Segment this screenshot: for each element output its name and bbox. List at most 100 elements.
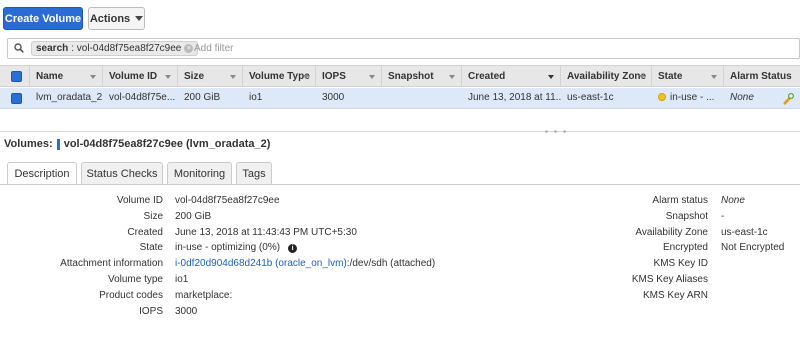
actions-button[interactable]: Actions [88, 7, 145, 30]
col-created[interactable]: Created [462, 66, 561, 87]
create-volume-button[interactable]: Create Volume [3, 7, 83, 30]
sort-icon [230, 75, 236, 79]
chevron-down-icon [135, 16, 144, 21]
tab-tags[interactable]: Tags [236, 162, 272, 185]
resize-grip-icon[interactable]: ▪ ▪ ▪ [545, 127, 568, 136]
detail-label-availability-zone: Availability Zone [635, 227, 708, 238]
instance-link[interactable]: i-0df20d904d68d241b (oracle_on_lvm) [175, 258, 347, 269]
remove-filter-icon[interactable]: × [184, 44, 194, 53]
detail-label-volume-id: Volume ID [116, 195, 163, 206]
col-snapshot-label: Snapshot [388, 71, 434, 82]
col-name-label: Name [36, 71, 64, 82]
col-volume-type[interactable]: Volume Type [243, 66, 316, 87]
tab-description[interactable]: Description [7, 162, 77, 185]
detail-label-encrypted: Encrypted [662, 242, 708, 253]
detail-label-attachment: Attachment information [60, 258, 163, 269]
detail-label-alarm-status: Alarm status [652, 195, 708, 206]
sort-icon [449, 75, 455, 79]
detail-label-created: Created [127, 227, 163, 238]
split-divider[interactable] [0, 131, 800, 132]
detail-value-alarm-status: None [721, 195, 745, 206]
sort-icon [165, 75, 171, 79]
toolbar: Create Volume Actions [0, 0, 800, 35]
cell-name: lvm_oradata_2 [36, 92, 103, 103]
sort-icon [548, 75, 554, 79]
col-availability-zone-label: Availability Zone [567, 71, 647, 82]
col-availability-zone[interactable]: Availability Zone [561, 66, 652, 87]
row-checkbox[interactable] [11, 93, 22, 104]
col-iops-label: IOPS [322, 71, 346, 82]
attachment-device: :/dev/sdh (attached) [346, 258, 436, 269]
actions-label: Actions [89, 12, 131, 25]
info-icon[interactable]: i [288, 244, 298, 253]
col-name[interactable]: Name [30, 66, 103, 87]
detail-value-volume-type: io1 [175, 274, 189, 285]
filter-chip-value: : vol-04d8f75ea8f27c9ee [71, 43, 182, 54]
table-header: Name Volume ID Size Volume Type IOPS Sna… [0, 65, 800, 87]
col-state-label: State [658, 71, 683, 82]
sort-icon [639, 75, 645, 79]
filter-chip-key: search [36, 43, 69, 54]
col-size-label: Size [184, 71, 205, 82]
cell-state: in-use - ... [652, 88, 724, 108]
cell-availability-zone: us-east-1c [567, 92, 614, 103]
detail-value-attachment: i-0df20d904d68d241b (oracle_on_lvm):/dev… [175, 258, 435, 269]
cell-state-text: in-use - ... [670, 92, 715, 103]
tab-status-checks[interactable]: Status Checks [81, 162, 163, 185]
detail-value-encrypted: Not Encrypted [721, 242, 785, 253]
detail-title-value: vol-04d8f75ea8f27c9ee (lvm_oradata_2) [63, 138, 271, 150]
detail-label-state: State [139, 242, 163, 253]
sort-icon [90, 75, 96, 79]
detail-label-snapshot: Snapshot [665, 211, 708, 222]
add-alarm-icon[interactable] [781, 92, 794, 105]
sort-icon [711, 75, 717, 79]
search-bar[interactable]: search : vol-04d8f75ea8f27c9ee × Add fil… [7, 38, 800, 59]
cell-volume-id: vol-04d8f75e... [109, 92, 176, 103]
select-all-checkbox[interactable] [11, 71, 22, 82]
detail-value-availability-zone: us-east-1c [721, 227, 768, 238]
cell-snapshot [382, 88, 462, 108]
detail-title-prefix: Volumes: [4, 138, 53, 150]
cell-volume-type: io1 [249, 92, 263, 103]
detail-value-volume-id: vol-04d8f75ea8f27c9ee [175, 195, 280, 206]
detail-value-state-text: in-use - optimizing (0%) [175, 242, 281, 253]
tab-monitoring[interactable]: Monitoring [167, 162, 232, 185]
detail-label-size: Size [143, 211, 163, 222]
filter-chip[interactable]: search : vol-04d8f75ea8f27c9ee × [31, 41, 199, 56]
col-volume-id-label: Volume ID [109, 71, 158, 82]
sort-icon [303, 75, 309, 79]
cell-iops: 3000 [322, 92, 345, 103]
detail-title: Volumes: vol-04d8f75ea8f27c9ee (lvm_orad… [4, 138, 270, 150]
detail-label-volume-type: Volume type [107, 274, 163, 285]
col-iops[interactable]: IOPS [316, 66, 382, 87]
state-dot-icon [658, 93, 666, 101]
col-state[interactable]: State [652, 66, 724, 87]
search-icon [14, 43, 24, 53]
detail-value-state: in-use - optimizing (0%) i [175, 242, 298, 253]
search-input[interactable]: Add filter [194, 43, 233, 54]
detail-value-iops: 3000 [175, 306, 198, 317]
tab-underline [0, 184, 800, 185]
detail-label-kms-key-id: KMS Key ID [653, 258, 708, 269]
col-size[interactable]: Size [178, 66, 243, 87]
detail-value-created: June 13, 2018 at 11:43:43 PM UTC+5:30 [175, 227, 357, 238]
sort-icon [369, 75, 375, 79]
detail-label-iops: IOPS [139, 306, 163, 317]
detail-label-product-codes: Product codes [99, 290, 163, 301]
col-created-label: Created [468, 71, 506, 82]
detail-value-size: 200 GiB [175, 211, 212, 222]
detail-value-snapshot: - [721, 211, 725, 222]
detail-value-product-codes: marketplace: [175, 290, 233, 301]
cell-size: 200 GiB [184, 92, 221, 103]
col-alarm-status[interactable]: Alarm Status [724, 66, 800, 87]
col-volume-id[interactable]: Volume ID [103, 66, 178, 87]
table-row[interactable]: lvm_oradata_2 vol-04d8f75e... 200 GiB io… [0, 88, 800, 109]
detail-label-kms-key-aliases: KMS Key Aliases [631, 274, 708, 285]
col-alarm-status-label: Alarm Status [730, 71, 792, 82]
detail-label-kms-key-arn: KMS Key ARN [642, 290, 708, 301]
volume-marker-icon [56, 138, 60, 150]
select-all-cell[interactable] [0, 66, 30, 87]
cell-created: June 13, 2018 at 11... [468, 92, 561, 103]
col-volume-type-label: Volume Type [249, 71, 310, 82]
col-snapshot[interactable]: Snapshot [382, 66, 462, 87]
